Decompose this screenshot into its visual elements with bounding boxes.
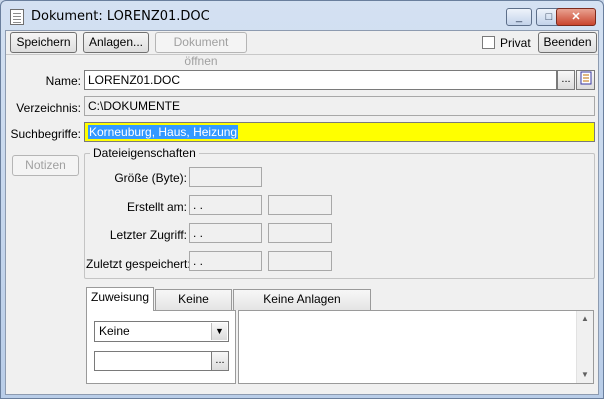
keywords-label: Suchbegriffe: xyxy=(10,127,82,141)
minimize-button[interactable]: _ xyxy=(506,8,532,26)
assignment-select-value: Keine xyxy=(99,324,130,338)
created-date-field: . . xyxy=(189,195,262,215)
saved-label: Zuletzt gespeichert: xyxy=(86,257,191,271)
chevron-down-icon[interactable]: ▼ xyxy=(211,323,227,340)
size-field xyxy=(189,167,262,187)
client-area: Speichern Anlagen... Dokument öffnen Pri… xyxy=(5,30,599,395)
title-bar[interactable]: Dokument: LORENZ01.DOC _ □ ✕ xyxy=(1,1,603,31)
assignment-select[interactable]: Keine ▼ xyxy=(94,321,229,342)
document-window: Dokument: LORENZ01.DOC _ □ ✕ Speichern A… xyxy=(0,0,604,399)
save-button[interactable]: Speichern xyxy=(10,32,77,53)
toolbar-separator xyxy=(6,54,598,55)
window-title: Dokument: LORENZ01.DOC xyxy=(31,9,210,24)
accessed-label: Letzter Zugriff: xyxy=(109,228,187,242)
scroll-up-icon[interactable]: ▲ xyxy=(577,311,593,327)
size-label: Größe (Byte): xyxy=(114,171,187,185)
scroll-down-icon[interactable]: ▼ xyxy=(577,367,593,383)
saved-time-field xyxy=(268,251,332,271)
name-label: Name: xyxy=(45,74,81,88)
list-icon xyxy=(580,71,591,85)
document-icon xyxy=(10,9,24,25)
accessed-time-field xyxy=(268,223,332,243)
file-properties-title: Dateieigenschaften xyxy=(90,146,199,160)
keywords-selected-text: Korneuburg, Haus, Heizung xyxy=(88,125,239,139)
directory-field: C:\DOKUMENTE xyxy=(84,96,595,116)
keywords-field[interactable]: Korneuburg, Haus, Heizung xyxy=(84,122,595,142)
close-button[interactable]: ✕ xyxy=(556,8,596,26)
tab-projects[interactable]: Keine Projekte xyxy=(155,289,232,325)
saved-date-field: . . xyxy=(189,251,262,271)
assignment-lookup-field[interactable] xyxy=(94,351,212,371)
attachments-list[interactable] xyxy=(238,310,594,384)
exit-button[interactable]: Beenden xyxy=(538,32,597,53)
attachments-button[interactable]: Anlagen... xyxy=(83,32,149,53)
private-checkbox[interactable] xyxy=(482,36,495,49)
tab-attachments[interactable]: Keine Anlagen vorhanden xyxy=(233,289,371,325)
private-label: Privat xyxy=(500,36,531,50)
accessed-date-field: . . xyxy=(189,223,262,243)
open-document-button[interactable]: Dokument öffnen xyxy=(155,32,247,68)
directory-label: Verzeichnis: xyxy=(16,101,81,115)
file-list-button[interactable] xyxy=(576,70,595,90)
created-time-field xyxy=(268,195,332,215)
notes-button[interactable]: Notizen xyxy=(12,155,79,176)
created-label: Erstellt am: xyxy=(126,200,187,214)
assignment-lookup-button[interactable]: ... xyxy=(211,351,229,371)
vertical-scrollbar[interactable]: ▲ ▼ xyxy=(576,311,593,383)
browse-button[interactable]: ... xyxy=(557,70,575,90)
tab-assignment[interactable]: Zuweisung xyxy=(86,287,154,311)
name-field[interactable]: LORENZ01.DOC xyxy=(84,70,557,90)
